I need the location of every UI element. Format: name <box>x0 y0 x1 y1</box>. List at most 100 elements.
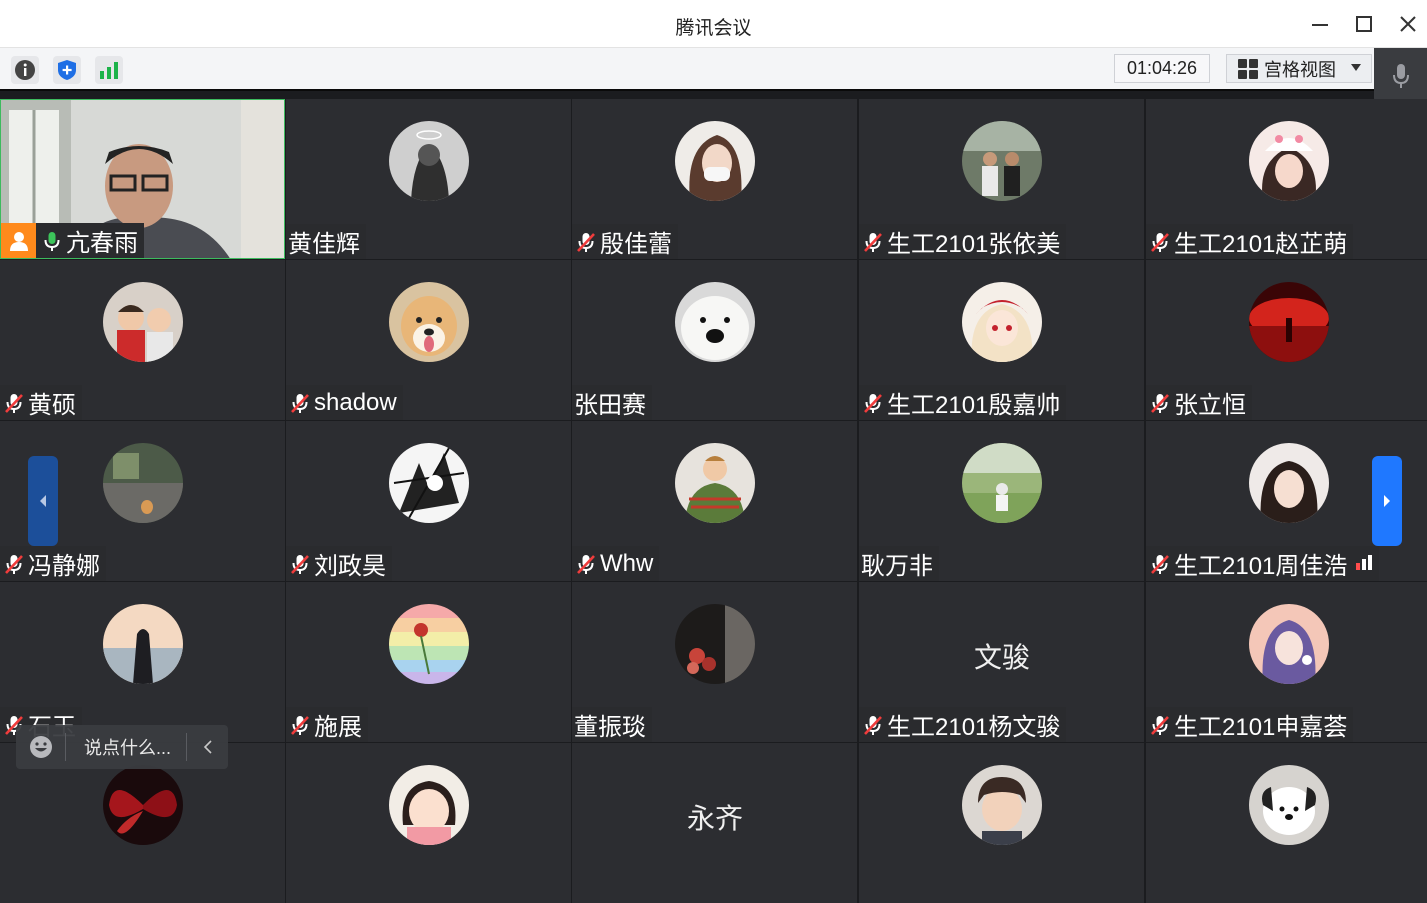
participant-name: shadow <box>314 388 397 416</box>
participant-tile[interactable]: 生工2101赵芷萌 <box>1146 99 1427 259</box>
shield-icon <box>58 60 76 80</box>
avatar-initials: 文骏 <box>973 642 1030 673</box>
avatar <box>1249 443 1329 523</box>
microphone-icon <box>1392 64 1409 88</box>
participant-name-tag: 黄硕 <box>0 385 82 420</box>
participant-name: 殷佳蕾 <box>600 231 672 258</box>
meeting-timer: 01:04:26 <box>1114 54 1210 83</box>
maximize-icon <box>1356 16 1372 32</box>
grid-view-icon <box>1238 58 1258 79</box>
participant-tile[interactable]: 耿万非 <box>859 421 1144 581</box>
chevron-left-icon <box>40 495 46 507</box>
participant-tile[interactable]: 殷佳蕾 <box>572 99 857 259</box>
close-button[interactable] <box>1388 8 1427 40</box>
title-bar: 腾讯会议 <box>0 0 1427 48</box>
mic-muted-icon <box>577 554 595 574</box>
avatar <box>962 765 1042 845</box>
participant-tile[interactable] <box>286 743 571 903</box>
avatar-placeholder: 永齐 <box>675 765 755 845</box>
participant-name-tag: 耿万非 <box>859 546 939 581</box>
participant-name: 张立恒 <box>1174 392 1246 419</box>
participant-name-tag: 亢春雨 <box>1 223 144 258</box>
next-page-button[interactable] <box>1372 456 1402 546</box>
avatar <box>103 443 183 523</box>
chat-placeholder[interactable]: 说点什么... <box>66 734 186 760</box>
participant-tile[interactable]: 张田赛 <box>572 260 857 420</box>
participant-tile[interactable]: 施展 <box>286 582 571 742</box>
participant-name: 施展 <box>314 714 362 741</box>
participant-name: Whw <box>600 549 654 577</box>
participant-tile[interactable]: 生工2101殷嘉帅 <box>859 260 1144 420</box>
mic-muted-icon <box>577 232 595 252</box>
participant-name: 黄佳辉 <box>288 231 360 258</box>
avatar <box>389 121 469 201</box>
participant-name: 张田赛 <box>574 392 646 419</box>
participant-name-tag: 殷佳蕾 <box>572 224 678 259</box>
participant-name-tag: 冯静娜 <box>0 546 106 581</box>
participant-name-tag: 董振琰 <box>572 707 652 742</box>
participant-name-tag: 生工2101周佳浩 <box>1146 546 1380 581</box>
participant-tile[interactable] <box>859 743 1144 903</box>
participant-name-tag: 张立恒 <box>1146 385 1252 420</box>
avatar <box>389 282 469 362</box>
meeting-toolbar: 01:04:26 宫格视图 <box>0 48 1427 91</box>
host-badge-icon <box>1 223 36 258</box>
participant-tile[interactable]: 张立恒 <box>1146 260 1427 420</box>
mic-muted-icon <box>1151 554 1169 574</box>
participant-tile[interactable]: 董振琰 <box>572 582 857 742</box>
participant-tile[interactable]: Whw <box>572 421 857 581</box>
participant-tile[interactable]: 生工2101张依美 <box>859 99 1144 259</box>
mic-active-icon <box>44 231 60 251</box>
view-mode-select[interactable]: 宫格视图 <box>1226 54 1372 83</box>
chevron-right-icon <box>1384 495 1390 507</box>
avatar <box>962 282 1042 362</box>
participant-name: 董振琰 <box>574 714 646 741</box>
participant-name: 冯静娜 <box>28 553 100 580</box>
participant-tile[interactable]: 永齐 <box>572 743 857 903</box>
mic-muted-icon <box>1151 715 1169 735</box>
participant-name: 生工2101申嘉荟 <box>1174 714 1348 741</box>
avatar <box>675 121 755 201</box>
mic-muted-icon <box>864 232 882 252</box>
participant-tile[interactable]: 刘政昊 <box>286 421 571 581</box>
chevron-left-icon <box>203 740 212 754</box>
participant-tile[interactable]: 亢春雨 <box>0 99 285 259</box>
avatar <box>103 282 183 362</box>
avatar-placeholder: 文骏 <box>962 604 1042 684</box>
minimize-button[interactable] <box>1300 8 1340 40</box>
participant-tile[interactable]: 黄佳辉 <box>286 99 571 259</box>
avatar <box>1249 121 1329 201</box>
participant-tile[interactable]: shadow <box>286 260 571 420</box>
avatar <box>389 604 469 684</box>
participant-name-tag: shadow <box>286 385 403 420</box>
collapse-chat-button[interactable] <box>186 733 228 761</box>
security-button[interactable] <box>53 56 81 84</box>
network-status-button[interactable] <box>95 56 123 84</box>
maximize-button[interactable] <box>1344 8 1384 40</box>
prev-page-button[interactable] <box>28 456 58 546</box>
emoji-button[interactable] <box>16 733 66 761</box>
participant-tile[interactable]: 黄硕 <box>0 260 285 420</box>
participant-tile[interactable]: 石玉 <box>0 582 285 742</box>
avatar <box>389 443 469 523</box>
participant-tile[interactable]: 文骏生工2101杨文骏 <box>859 582 1144 742</box>
participant-tile[interactable]: 生工2101申嘉荟 <box>1146 582 1427 742</box>
mic-muted-icon <box>291 393 309 413</box>
meeting-info-button[interactable] <box>11 56 39 84</box>
avatar-initials: 永齐 <box>686 803 743 834</box>
chat-input-bar[interactable]: 说点什么... <box>16 725 228 769</box>
avatar <box>675 443 755 523</box>
participant-name: 生工2101赵芷萌 <box>1174 231 1348 258</box>
avatar <box>1249 765 1329 845</box>
minimize-icon <box>1312 24 1328 26</box>
avatar <box>675 282 755 362</box>
avatar <box>1249 282 1329 362</box>
participant-name: 生工2101杨文骏 <box>887 714 1061 741</box>
participant-name-tag: 生工2101赵芷萌 <box>1146 224 1354 259</box>
mic-muted-icon <box>5 393 23 413</box>
participant-tile[interactable] <box>1146 743 1427 903</box>
avatar <box>962 121 1042 201</box>
participant-name: 耿万非 <box>861 553 933 580</box>
mic-muted-icon <box>291 715 309 735</box>
floating-mic-button[interactable] <box>1374 48 1427 104</box>
